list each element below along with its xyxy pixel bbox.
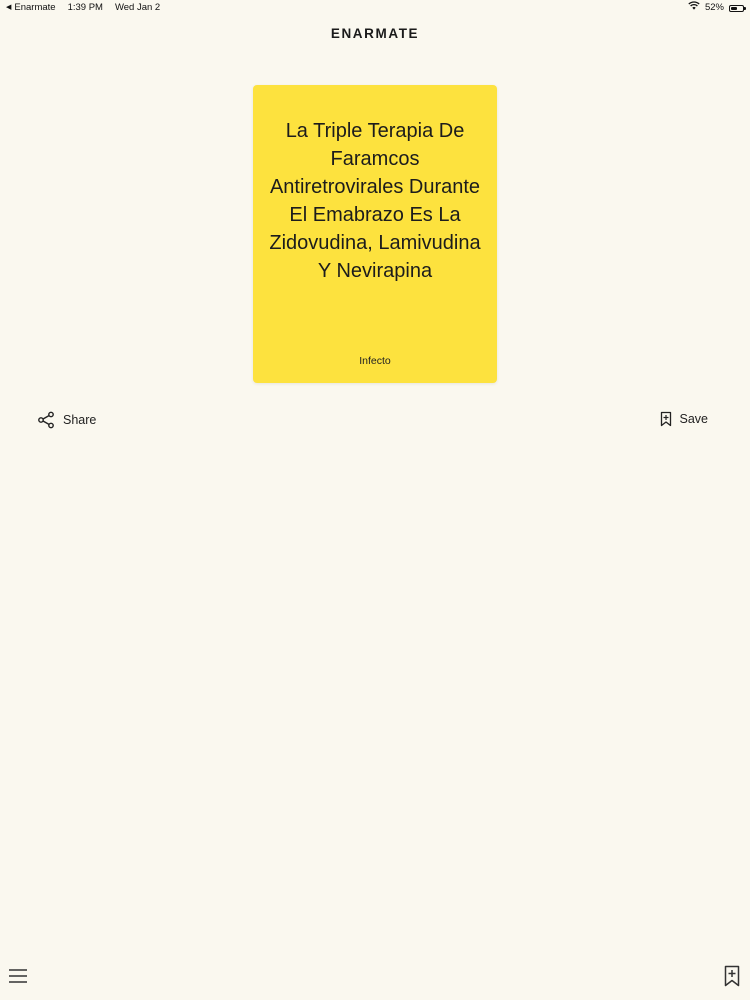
fact-card[interactable]: La Triple Terapia De Faramcos Antiretrov…	[253, 85, 497, 383]
status-bar: ◀ Enarmate 1:39 PM Wed Jan 2 52%	[0, 0, 750, 16]
save-label: Save	[679, 412, 709, 426]
app-title: ENARMATE	[330, 26, 420, 41]
bookmark-add-icon[interactable]	[724, 965, 740, 992]
battery-tip	[744, 7, 746, 10]
save-button[interactable]: Save	[660, 411, 709, 427]
back-app-label: Enarmate	[14, 2, 56, 13]
back-to-app-link[interactable]: ◀ Enarmate	[6, 0, 56, 16]
share-label: Share	[63, 413, 97, 427]
battery-level-fill	[731, 6, 737, 10]
card-category: Infecto	[359, 355, 391, 367]
card-text: La Triple Terapia De Faramcos Antiretrov…	[269, 120, 481, 282]
hamburger-menu-icon[interactable]	[8, 968, 28, 989]
bookmark-icon	[660, 411, 672, 427]
back-arrow-icon: ◀	[6, 4, 12, 11]
status-left: ◀ Enarmate 1:39 PM Wed Jan 2	[6, 0, 160, 16]
battery-icon	[729, 4, 746, 12]
status-right: 52%	[688, 0, 746, 16]
battery-percent: 52%	[704, 2, 724, 13]
status-time: 1:39 PM	[67, 2, 103, 13]
bottom-toolbar	[0, 960, 750, 1000]
share-button[interactable]: Share	[37, 411, 96, 429]
wifi-icon	[688, 0, 700, 16]
status-date: Wed Jan 2	[114, 2, 161, 13]
share-icon	[37, 411, 55, 429]
